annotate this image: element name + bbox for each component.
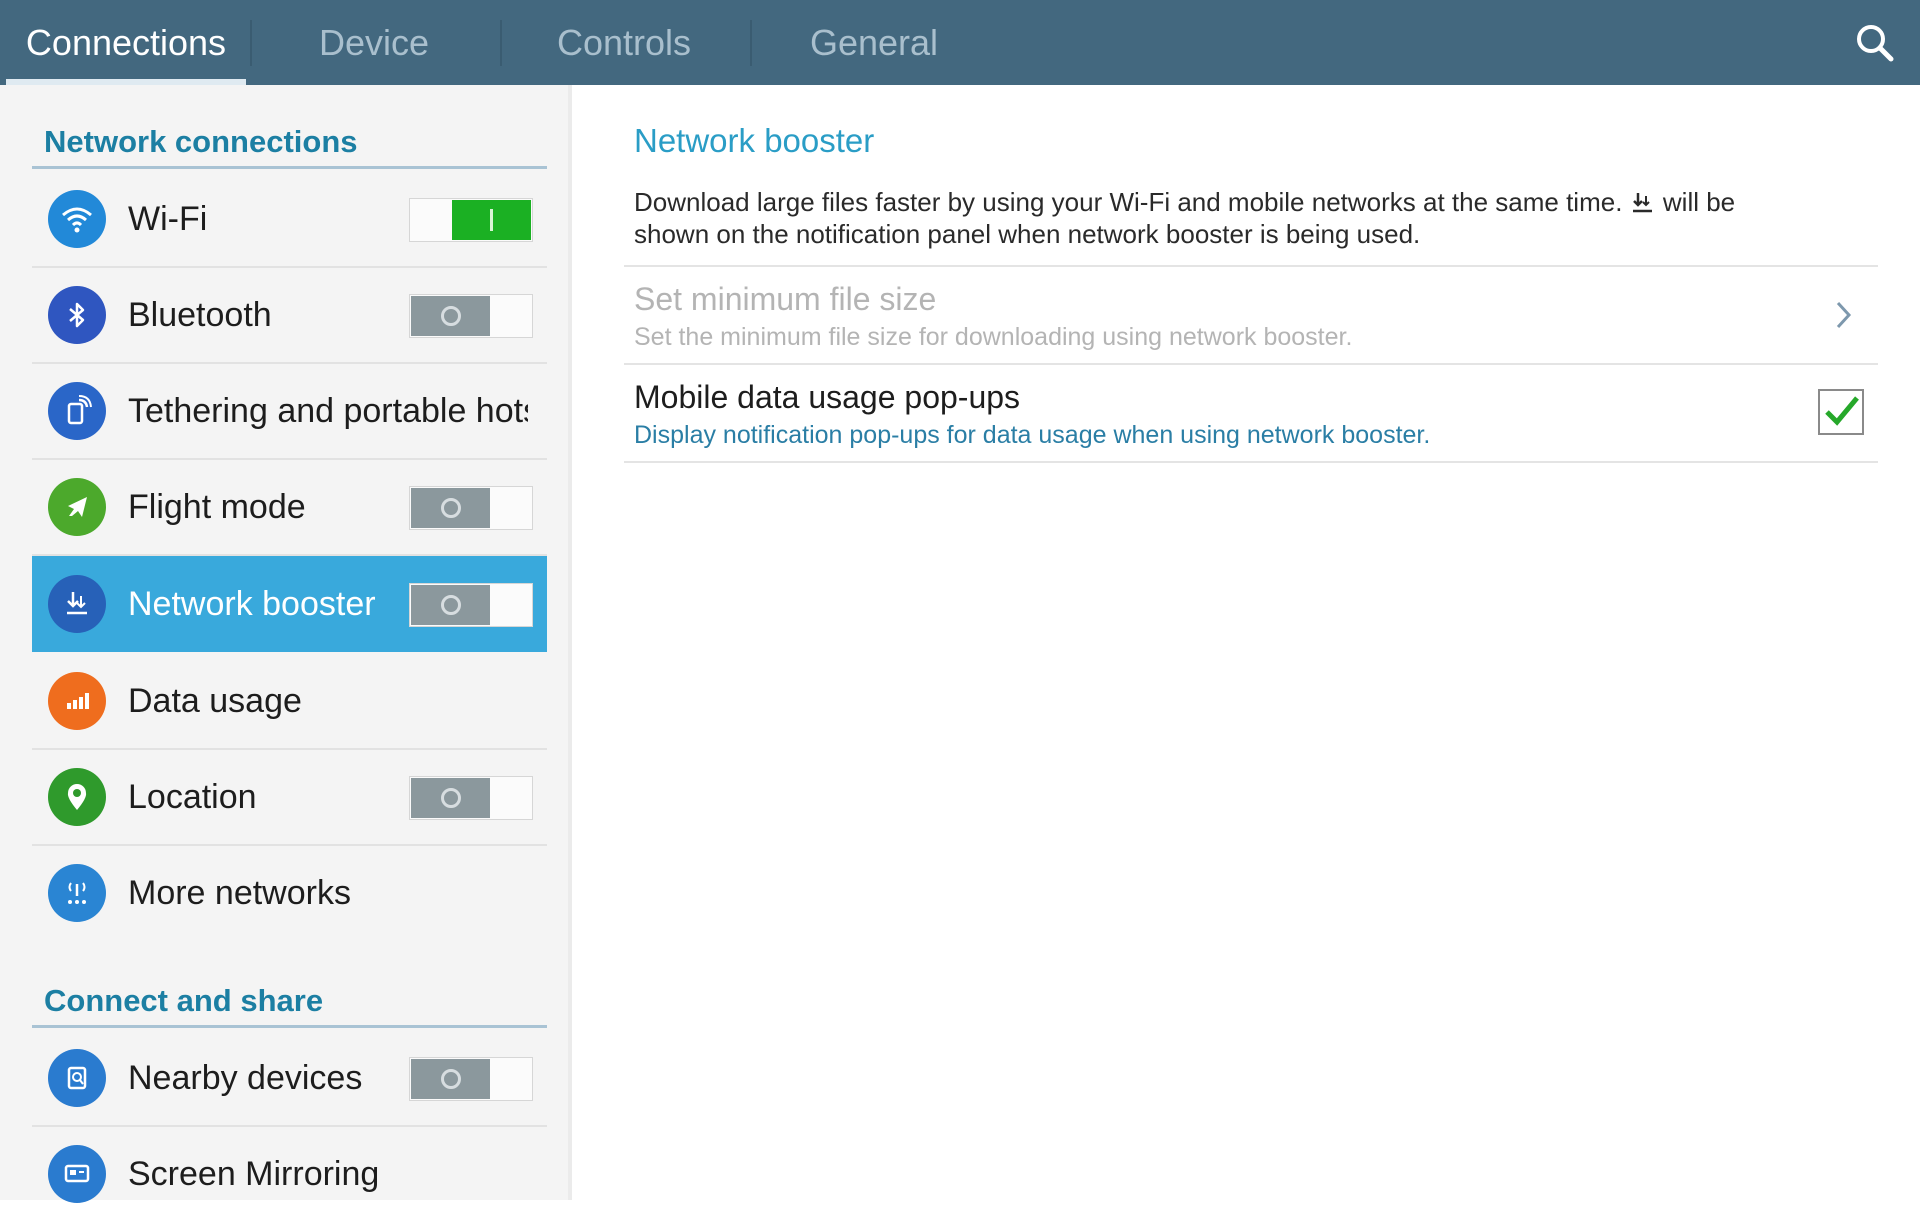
- popups-checkbox[interactable]: [1818, 389, 1864, 435]
- tab-controls-label: Controls: [556, 21, 692, 63]
- list-item-nearby-devices[interactable]: Nearby devices: [32, 1030, 547, 1127]
- setting-subtitle: Display notification pop-ups for data us…: [634, 421, 1431, 449]
- tethering-icon: [48, 382, 106, 440]
- list-item-label: Location: [128, 778, 257, 816]
- setting-title: Set minimum file size: [634, 281, 937, 317]
- list-item-label: Screen Mirroring: [128, 1155, 380, 1193]
- wifi-icon: [48, 190, 106, 248]
- list-item-data-usage[interactable]: Data usage: [32, 653, 547, 750]
- setting-subtitle: Set the minimum file size for downloadin…: [634, 323, 1353, 351]
- list-item-screen-mirroring[interactable]: Screen Mirroring: [32, 1126, 547, 1222]
- checkmark-icon: [1825, 396, 1859, 426]
- nearby-devices-toggle[interactable]: [409, 1057, 533, 1101]
- setting-title: Mobile data usage pop-ups: [634, 379, 1021, 415]
- setting-mobile-data-popups[interactable]: Mobile data usage pop-ups Display notifi…: [624, 365, 1878, 461]
- airplane-icon: [48, 478, 106, 536]
- network-booster-icon: [1632, 193, 1652, 213]
- tab-connections[interactable]: Connections: [6, 0, 246, 85]
- tab-device[interactable]: Device: [252, 0, 496, 85]
- data-usage-icon: [48, 672, 106, 730]
- tab-connections-label: Connections: [25, 21, 227, 63]
- list-item-label: Nearby devices: [128, 1059, 363, 1097]
- list-item-label: More networks: [128, 874, 351, 912]
- list-item-bluetooth[interactable]: Bluetooth: [32, 267, 547, 364]
- tab-controls[interactable]: Controls: [502, 0, 746, 85]
- list-item-label: Flight mode: [128, 488, 306, 526]
- section-header-network-connections: Network connections: [32, 124, 547, 169]
- list-item-label: Network booster: [128, 585, 376, 623]
- top-tab-bar: Connections Device Controls General: [0, 0, 1920, 85]
- section-header-connect-and-share: Connect and share: [32, 983, 547, 1028]
- network-booster-toggle[interactable]: [409, 583, 533, 627]
- list-item-label: Data usage: [128, 682, 302, 720]
- tab-general[interactable]: General: [752, 0, 996, 85]
- bluetooth-toggle[interactable]: [409, 294, 533, 338]
- detail-description: Download large files faster by using you…: [634, 186, 1794, 250]
- list-item-flight-mode[interactable]: Flight mode: [32, 459, 547, 556]
- network-booster-icon: [48, 575, 106, 633]
- tab-device-label: Device: [318, 21, 430, 63]
- list-item-more-networks[interactable]: More networks: [32, 845, 547, 941]
- search-icon: [1857, 25, 1894, 62]
- list-item-label: Wi-Fi: [128, 200, 208, 238]
- chevron-right-icon: [1836, 301, 1852, 329]
- location-toggle[interactable]: [409, 776, 533, 820]
- setting-minimum-file-size[interactable]: Set minimum file size Set the minimum fi…: [624, 267, 1878, 363]
- description-text: Download large files faster by using you…: [634, 187, 1623, 217]
- divider: [624, 461, 1878, 463]
- list-item-location[interactable]: Location: [32, 749, 547, 846]
- nearby-devices-icon: [48, 1049, 106, 1107]
- list-item-tethering[interactable]: Tethering and portable hotspot: [32, 363, 547, 460]
- wifi-toggle[interactable]: [409, 198, 533, 242]
- list-item-label: Tethering and portable hotspot: [128, 392, 528, 430]
- list-item-label: Bluetooth: [128, 296, 272, 334]
- more-networks-icon: [48, 864, 106, 922]
- search-button[interactable]: [1850, 18, 1900, 68]
- detail-title: Network booster: [634, 122, 875, 159]
- location-icon: [48, 768, 106, 826]
- tab-general-label: General: [809, 21, 939, 63]
- list-item-network-booster[interactable]: Network booster: [32, 556, 547, 652]
- screen-mirroring-icon: [48, 1145, 106, 1203]
- bluetooth-icon: [48, 286, 106, 344]
- flight-mode-toggle[interactable]: [409, 486, 533, 530]
- list-item-wifi[interactable]: Wi-Fi: [32, 171, 547, 268]
